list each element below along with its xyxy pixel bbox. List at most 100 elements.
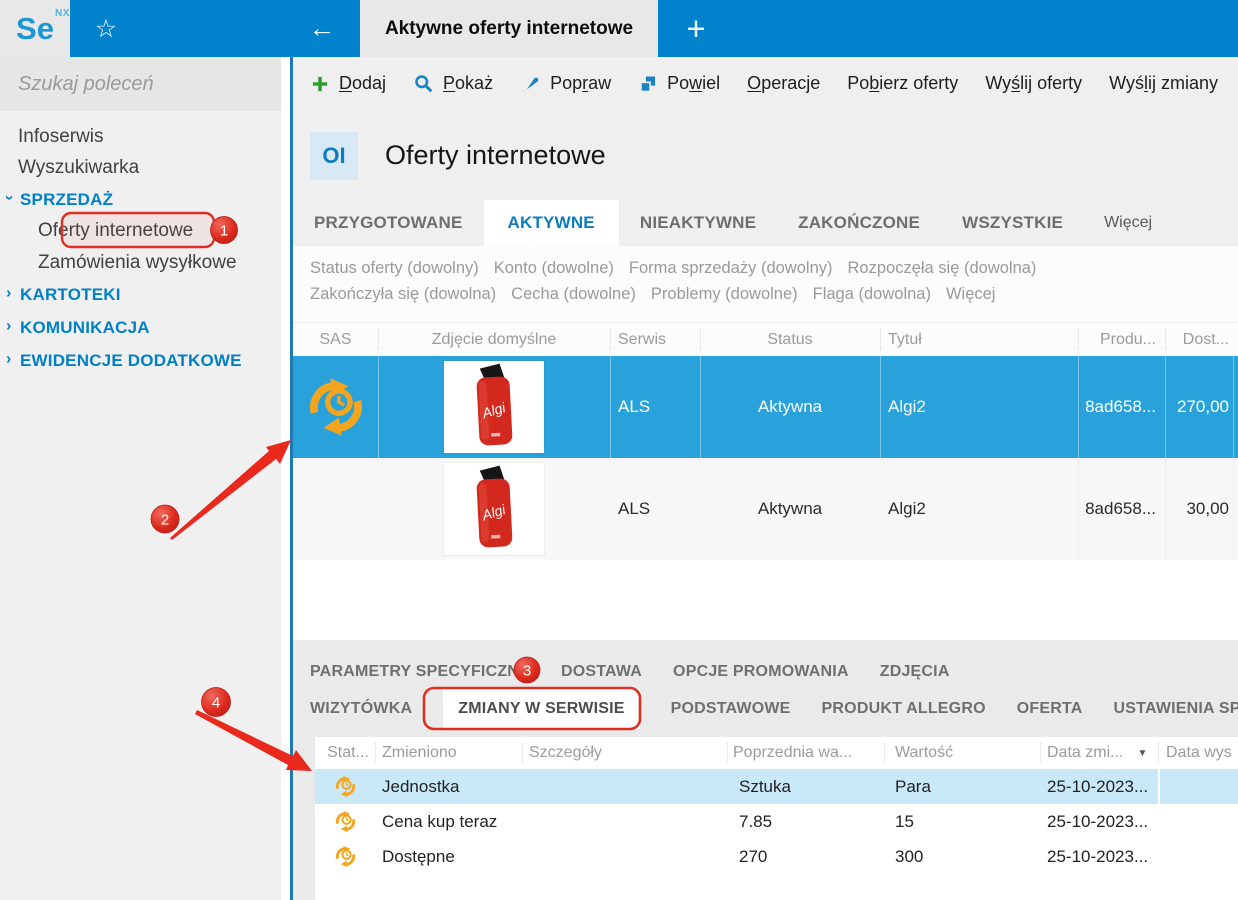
cell-data-zmiany: 25-10-2023... xyxy=(1040,839,1158,874)
cell-dostepne: 30,00 xyxy=(1165,458,1233,560)
offers-grid-header: SAS Zdjęcie domyślne Serwis Status Tytuł… xyxy=(293,322,1238,356)
tab-parametry-specyficzne[interactable]: PARAMETRY SPECYFICZNE xyxy=(310,663,530,681)
sidebar-item-zamowienia-wysylkowe[interactable]: Zamówienia wysyłkowe xyxy=(0,250,281,276)
cell-wartosc: 300 xyxy=(884,839,1040,874)
tab-zakonczone[interactable]: ZAKOŃCZONE xyxy=(777,200,941,246)
offer-row[interactable]: Algi ALS Aktywna Algi2 8ad658... 30,00 xyxy=(293,458,1238,560)
toolbar: Dodaj Pokaż Popraw Powiel Operacje Pobie… xyxy=(293,57,1238,110)
column-header-data-zmiany[interactable]: Data zmi...▼ xyxy=(1040,737,1158,769)
tab-przygotowane[interactable]: PRZYGOTOWANE xyxy=(293,200,484,246)
cell-data-zmiany: 25-10-2023... xyxy=(1040,804,1158,839)
add-button[interactable]: Dodaj xyxy=(310,73,386,94)
cell-wartosc: Para xyxy=(884,769,1040,804)
filter-forma-sprzedazy[interactable]: Forma sprzedaży (dowolny) xyxy=(629,259,833,278)
sort-desc-icon: ▼ xyxy=(1137,748,1147,759)
filter-problemy[interactable]: Problemy (dowolne) xyxy=(651,285,798,304)
send-changes-button[interactable]: Wyślij zmiany xyxy=(1109,73,1218,94)
tab-wszystkie[interactable]: WSZYSTKIE xyxy=(941,200,1084,246)
tab-produkt-allegro[interactable]: PRODUKT ALLEGRO xyxy=(822,700,986,718)
column-header-tytul[interactable]: Tytuł xyxy=(880,323,1078,357)
sidebar-item-infoserwis[interactable]: Infoserwis xyxy=(0,124,281,150)
change-row-selected[interactable]: Jednostka Sztuka Para 25-10-2023... xyxy=(315,769,1238,804)
filter-rozpoczela-sie[interactable]: Rozpoczęła się (dowolna) xyxy=(848,259,1037,278)
download-offers-button[interactable]: Pobierz oferty xyxy=(847,73,958,94)
cell-data-wyslania xyxy=(1158,804,1238,839)
sidebar-item-wyszukiwarka[interactable]: Wyszukiwarka xyxy=(0,155,281,181)
column-header-zmieniono[interactable]: Zmieniono xyxy=(375,737,522,769)
plus-icon xyxy=(310,74,330,94)
tab-ustawienia-sprzedazy[interactable]: USTAWIENIA SPRZ xyxy=(1114,700,1238,718)
operations-menu[interactable]: Operacje xyxy=(747,73,820,94)
change-row[interactable]: Dostępne 270 300 25-10-2023... xyxy=(315,839,1238,874)
red-bottle-image: Algi xyxy=(444,361,544,453)
product-photo: Algi xyxy=(444,361,544,453)
new-tab-plus-icon[interactable]: + xyxy=(678,0,714,57)
detail-tabs-row2: WIZYTÓWKA ZMIANY W SERWISIE PODSTAWOWE P… xyxy=(293,689,1238,729)
offer-row-selected[interactable]: Algi ALS Aktywna Algi2 8ad658... 270,00 xyxy=(293,356,1238,458)
tab-zmiany-w-serwisie[interactable]: ZMIANY W SERWISIE xyxy=(443,689,639,729)
change-row[interactable]: Cena kup teraz 7.85 15 25-10-2023... xyxy=(315,804,1238,839)
cell-serwis: ALS xyxy=(610,356,700,458)
filter-zakonczyla-sie[interactable]: Zakończyła się (dowolna) xyxy=(310,285,496,304)
sync-pending-icon xyxy=(305,376,367,438)
sidebar-section-kartoteki[interactable]: ›KARTOTEKI xyxy=(0,282,281,308)
cell-tytul: Algi2 xyxy=(880,458,1078,560)
favorite-star-icon[interactable]: ☆ xyxy=(90,0,122,57)
cell-wartosc: 15 xyxy=(884,804,1040,839)
sync-pending-icon xyxy=(334,845,357,868)
column-header-serwis[interactable]: Serwis xyxy=(610,323,700,357)
column-header-stat[interactable]: Stat... xyxy=(315,737,375,769)
filter-status-oferty[interactable]: Status oferty (dowolny) xyxy=(310,259,479,278)
chevron-collapsed-icon: › xyxy=(6,318,12,336)
sidebar-section-komunikacja[interactable]: ›KOMUNIKACJA xyxy=(0,315,281,341)
page-title: Oferty internetowe xyxy=(385,110,606,200)
filter-bar: Status oferty (dowolny) Konto (dowolne) … xyxy=(293,246,1238,322)
filter-flaga[interactable]: Flaga (dowolna) xyxy=(813,285,931,304)
changes-grid: Stat... Zmieniono Szczegóły Poprzednia w… xyxy=(315,737,1238,900)
tab-podstawowe[interactable]: PODSTAWOWE xyxy=(671,700,791,718)
column-header-sas[interactable]: SAS xyxy=(293,323,378,357)
tab-nieaktywne[interactable]: NIEAKTYWNE xyxy=(619,200,777,246)
cell-data-zmiany: 25-10-2023... xyxy=(1040,769,1158,804)
logo-text: Se xyxy=(16,11,54,46)
tab-oferta[interactable]: OFERTA xyxy=(1017,700,1083,718)
sidebar-section-sprzedaz[interactable]: ›SPRZEDAŻ xyxy=(0,187,281,213)
tab-zdjecia[interactable]: ZDJĘCIA xyxy=(880,663,950,681)
show-button[interactable]: Pokaż xyxy=(413,73,493,94)
column-header-status[interactable]: Status xyxy=(700,323,880,357)
tab-wizytowka[interactable]: WIZYTÓWKA xyxy=(310,700,412,718)
tab-dostawa[interactable]: DOSTAWA xyxy=(561,663,642,681)
column-header-produkt[interactable]: Produ... xyxy=(1078,323,1165,357)
cell-produkt: 8ad658... xyxy=(1078,356,1165,458)
tab-opcje-promowania[interactable]: OPCJE PROMOWANIA xyxy=(673,663,849,681)
command-search xyxy=(0,57,281,111)
search-input[interactable] xyxy=(18,73,286,96)
cell-zmieniono: Dostępne xyxy=(375,839,522,874)
app-window: SeNX ☆ ← Aktywne oferty internetowe + In… xyxy=(0,0,1238,900)
column-header-szczegoly[interactable]: Szczegóły xyxy=(522,737,727,769)
cell-serwis: ALS xyxy=(610,458,700,560)
filter-konto[interactable]: Konto (dowolne) xyxy=(494,259,614,278)
column-header-dostepne[interactable]: Dost... xyxy=(1165,323,1233,357)
send-offers-button[interactable]: Wyślij oferty xyxy=(985,73,1082,94)
app-logo[interactable]: SeNX xyxy=(0,0,70,57)
cell-status: Aktywna xyxy=(700,356,880,458)
copy-icon xyxy=(638,74,658,94)
column-header-zdjecie[interactable]: Zdjęcie domyślne xyxy=(378,323,610,357)
tab-aktywne[interactable]: AKTYWNE xyxy=(484,200,619,246)
edit-button[interactable]: Popraw xyxy=(520,73,611,94)
main-content: Dodaj Pokaż Popraw Powiel Operacje Pobie… xyxy=(293,57,1238,900)
sidebar-section-ewidencje-dodatkowe[interactable]: ›EWIDENCJE DODATKOWE xyxy=(0,348,281,374)
back-arrow-icon[interactable]: ← xyxy=(302,0,342,57)
active-window-tab[interactable]: Aktywne oferty internetowe xyxy=(360,0,658,57)
topbar-right-section: + xyxy=(658,0,1238,57)
column-header-data-wyslania[interactable]: Data wys xyxy=(1158,737,1238,769)
sidebar-item-oferty-internetowe[interactable]: Oferty internetowe xyxy=(0,218,281,244)
column-header-poprzednia[interactable]: Poprzednia wa... xyxy=(727,737,884,769)
filter-cecha[interactable]: Cecha (dowolne) xyxy=(511,285,636,304)
duplicate-button[interactable]: Powiel xyxy=(638,73,720,94)
tabs-more-button[interactable]: Więcej xyxy=(1084,200,1172,246)
sidebar-gutter xyxy=(281,57,290,900)
filter-more[interactable]: Więcej xyxy=(946,285,996,304)
column-header-wartosc[interactable]: Wartość xyxy=(884,737,1040,769)
